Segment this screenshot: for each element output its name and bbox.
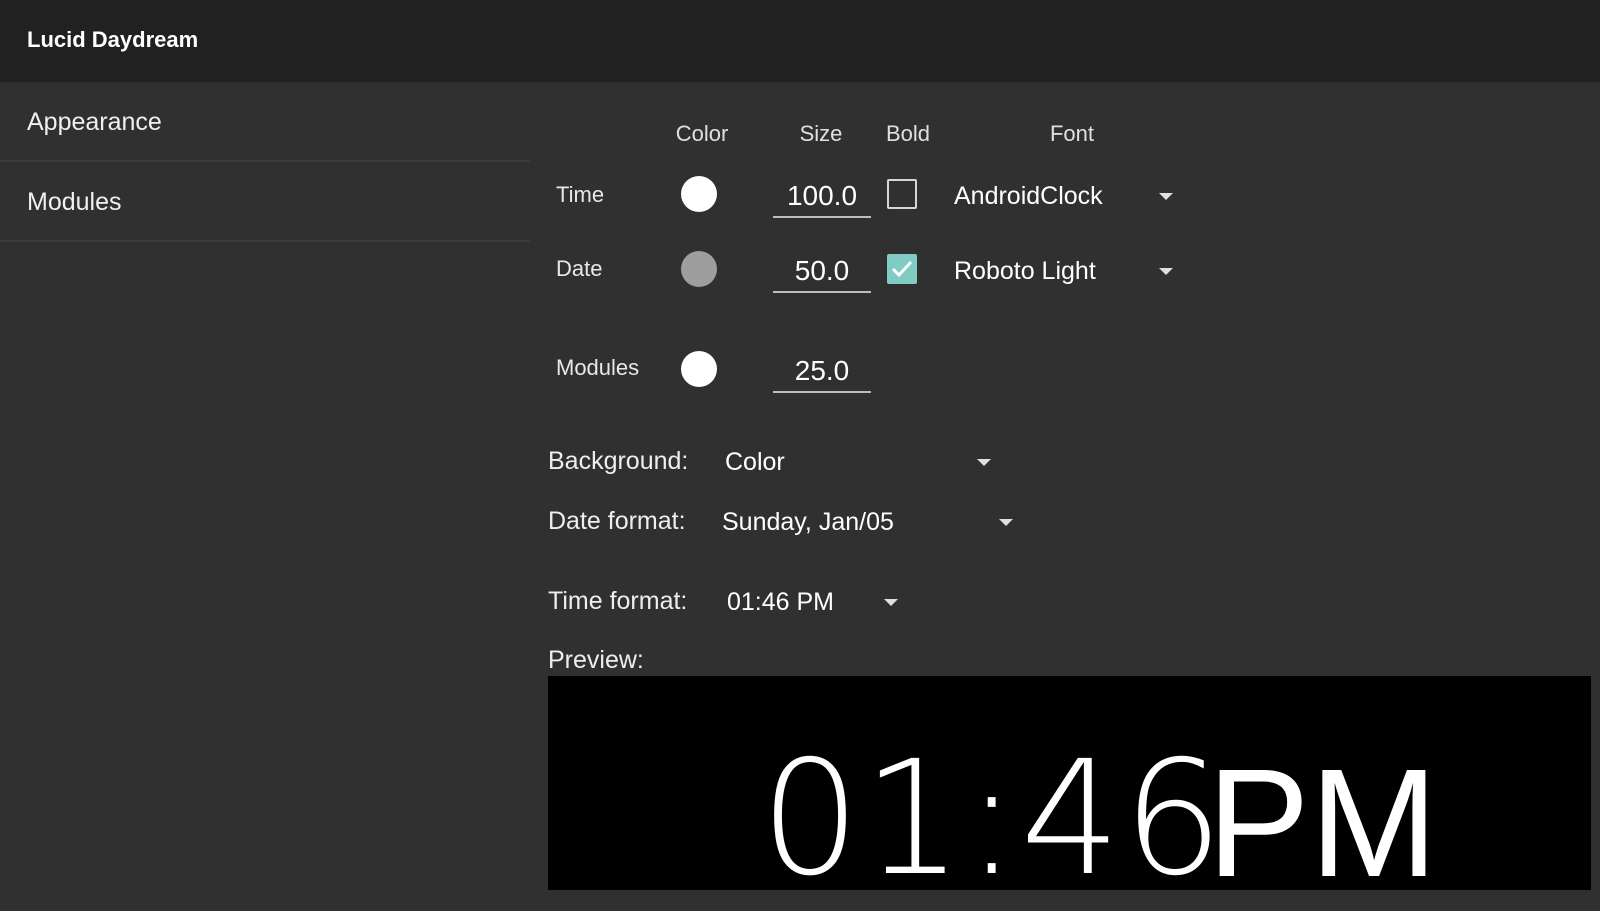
preview-label: Preview: <box>548 646 644 674</box>
column-header-color: Color <box>675 121 729 146</box>
column-header-bold: Bold <box>885 121 931 146</box>
sidebar-item-appearance[interactable]: Appearance <box>0 82 530 162</box>
date-format-label: Date format: <box>548 507 686 535</box>
sidebar-item-label: Appearance <box>27 108 162 136</box>
time-format-dropdown[interactable]: 01:46 PM <box>727 582 907 622</box>
row-label-time: Time <box>556 182 605 207</box>
row-label-date: Date <box>556 256 603 281</box>
time-color-swatch[interactable] <box>681 176 717 212</box>
time-format-label: Time format: <box>548 587 688 615</box>
time-size-input[interactable] <box>773 176 871 218</box>
caret-down-icon <box>999 519 1013 526</box>
title-bar: Lucid Daydream <box>0 0 1600 82</box>
date-font-value: Roboto Light <box>954 257 1096 285</box>
time-format-value: 01:46 PM <box>727 588 835 616</box>
background-label: Background: <box>548 447 689 475</box>
time-font-dropdown[interactable]: AndroidClock <box>952 176 1182 216</box>
background-dropdown[interactable]: Color <box>725 442 1005 482</box>
caret-down-icon <box>977 459 991 466</box>
date-bold-checkbox[interactable] <box>887 254 917 284</box>
caret-down-icon <box>1159 193 1173 200</box>
column-header-font: Font <box>1049 121 1095 146</box>
date-size-input[interactable] <box>773 251 871 293</box>
app-title: Lucid Daydream <box>27 27 199 52</box>
caret-down-icon <box>884 599 898 606</box>
date-color-swatch[interactable] <box>681 251 717 287</box>
checkmark-icon <box>891 260 913 278</box>
preview-clock-ampm: PM <box>1207 737 1438 909</box>
sidebar-item-modules[interactable]: Modules <box>0 162 530 242</box>
modules-size-input[interactable] <box>773 351 871 393</box>
caret-down-icon <box>1159 268 1173 275</box>
time-bold-checkbox[interactable] <box>887 179 917 209</box>
date-font-dropdown[interactable]: Roboto Light <box>952 251 1182 291</box>
date-format-value: Sunday, Jan/05 <box>722 508 894 536</box>
modules-color-swatch[interactable] <box>681 351 717 387</box>
sidebar: Appearance Modules <box>0 82 530 900</box>
preview-clock-time: 01:46 <box>760 727 1226 911</box>
background-value: Color <box>725 448 785 476</box>
date-format-dropdown[interactable]: Sunday, Jan/05 <box>722 502 1022 542</box>
column-header-size: Size <box>799 121 843 146</box>
sidebar-item-label: Modules <box>27 188 122 216</box>
time-font-value: AndroidClock <box>954 182 1103 210</box>
row-label-modules: Modules <box>556 355 640 380</box>
